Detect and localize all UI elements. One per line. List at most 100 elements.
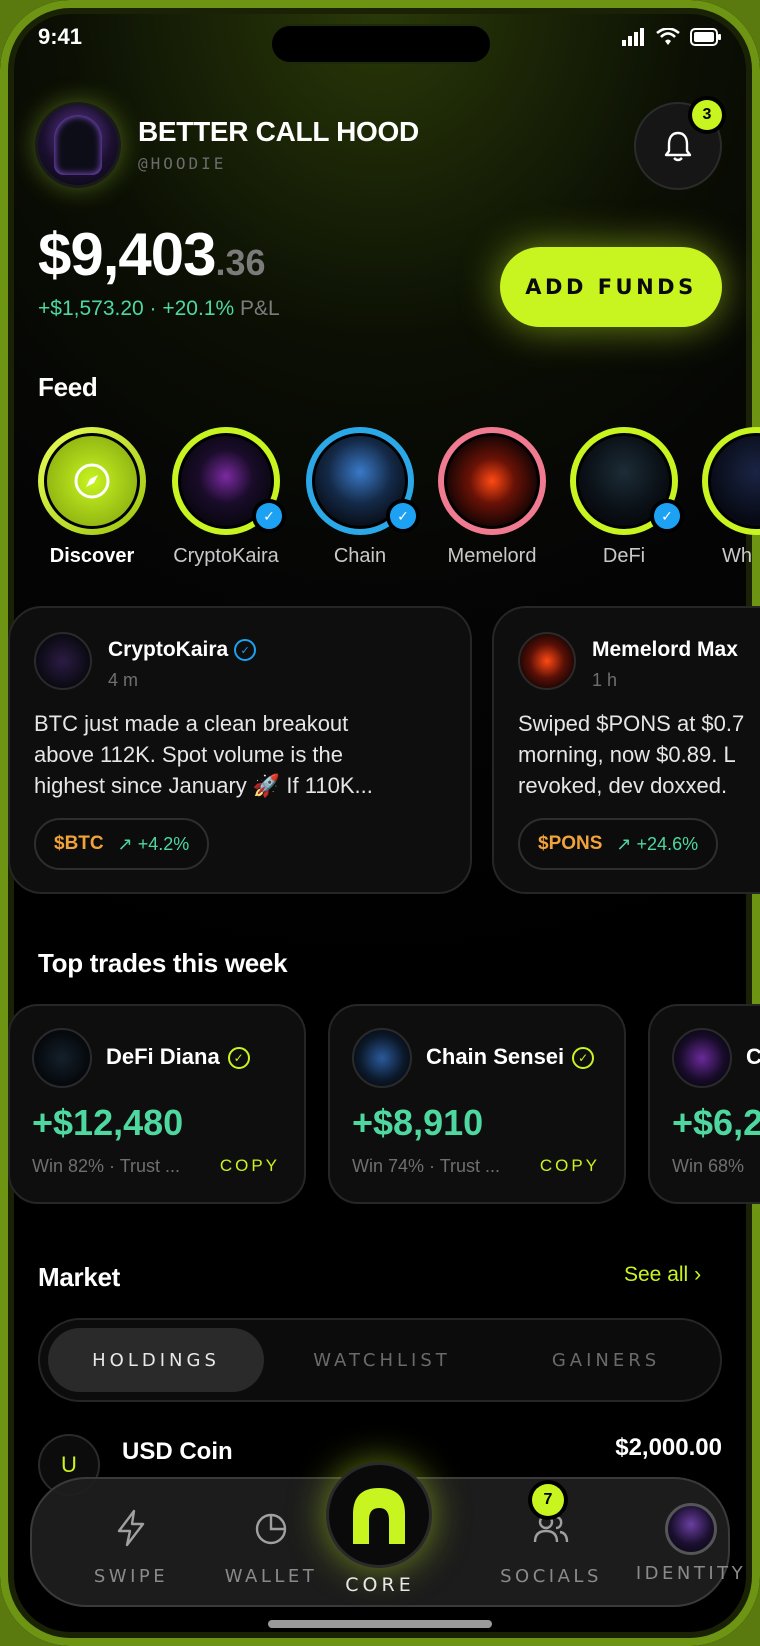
- copy-trade-button[interactable]: COPY: [540, 1156, 600, 1176]
- pnl-summary: +$1,573.20 · +20.1% P&L: [38, 297, 280, 321]
- ticker-symbol: $BTC: [54, 833, 104, 854]
- bell-icon: [664, 131, 692, 162]
- holding-name[interactable]: USD Coin: [122, 1438, 233, 1466]
- market-title: Market: [38, 1262, 121, 1292]
- trade-card[interactable]: C +$6,2 Win 68%: [648, 1004, 760, 1204]
- check-badge-icon: ✓: [572, 1047, 595, 1070]
- home-indicator: [268, 1620, 492, 1628]
- market-segmented-control: HOLDINGS WATCHLIST GAINERS: [38, 1318, 722, 1402]
- nav-socials[interactable]: SOCIALS: [486, 1509, 616, 1587]
- feed-title: Feed: [38, 372, 98, 402]
- post-author-name: CryptoKaira: [108, 638, 229, 661]
- story-label: DeFi: [602, 545, 646, 567]
- add-funds-button[interactable]: ADD FUNDS: [500, 247, 722, 327]
- top-trades-title: Top trades this week: [38, 948, 288, 978]
- verified-icon: ✓: [386, 499, 420, 533]
- core-button[interactable]: [326, 1462, 432, 1568]
- ticker-chip[interactable]: $BTC ↗ +4.2%: [34, 818, 210, 870]
- tab-gainers[interactable]: GAINERS: [498, 1328, 714, 1392]
- core-arch-icon: [353, 1488, 405, 1544]
- arrow-up-right-icon: ↗: [117, 833, 133, 854]
- nav-identity[interactable]: IDENTITY: [626, 1503, 756, 1584]
- status-bar: 9:41: [38, 22, 722, 52]
- pie-chart-icon: [255, 1513, 287, 1545]
- chevron-right-icon: ›: [694, 1263, 702, 1286]
- story-label: Wh: [722, 545, 752, 567]
- profile-avatar[interactable]: [38, 105, 118, 185]
- compass-icon: [74, 463, 110, 499]
- holding-value: $2,000.00: [615, 1434, 722, 1461]
- copy-trade-button[interactable]: COPY: [220, 1156, 280, 1176]
- trade-card[interactable]: DeFi Diana ✓ +$12,480 Win 82% · Trust ...…: [8, 1004, 306, 1204]
- pnl-separator: ·: [143, 297, 163, 320]
- story-defi[interactable]: ✓ DeFi: [570, 427, 684, 568]
- trader-avatar[interactable]: [32, 1028, 92, 1088]
- nav-label: IDENTITY: [635, 1563, 747, 1584]
- trader-name-text: Chain Sensei: [426, 1044, 565, 1069]
- lightning-icon: [117, 1509, 145, 1547]
- see-all-label: See all: [624, 1263, 689, 1286]
- status-time: 9:41: [38, 24, 83, 49]
- see-all-link[interactable]: See all ›: [624, 1263, 701, 1287]
- trader-name-text: DeFi Diana: [106, 1044, 220, 1069]
- post-text: Swiped $PONS at $0.7 morning, now $0.89.…: [518, 711, 745, 798]
- tab-watchlist[interactable]: WATCHLIST: [274, 1328, 490, 1392]
- post-avatar[interactable]: [34, 632, 92, 690]
- profile-handle: @HOODIE: [138, 154, 227, 173]
- post-time: 1 h: [592, 670, 618, 690]
- feed-post-card[interactable]: Memelord Max 1 h Swiped $PONS at $0.7 mo…: [492, 606, 760, 894]
- pnl-label: P&L: [234, 297, 280, 320]
- arrow-up-right-icon: ↗: [616, 833, 632, 854]
- post-author[interactable]: CryptoKaira ✓: [108, 638, 257, 662]
- trader-name: C: [746, 1044, 760, 1070]
- pnl-percent: +20.1%: [162, 297, 235, 320]
- ticker-change-value: +24.6%: [636, 833, 699, 854]
- signal-icon: [622, 28, 644, 46]
- notification-count-badge: 3: [692, 100, 722, 130]
- battery-icon: [690, 28, 721, 46]
- identity-avatar: [665, 1503, 717, 1555]
- pnl-amount: +$1,573.20: [38, 297, 144, 320]
- status-icons: [622, 28, 722, 46]
- story-discover[interactable]: Discover: [38, 427, 146, 568]
- nav-label-core: CORE: [345, 1574, 415, 1596]
- verified-icon: ✓: [252, 499, 286, 533]
- story-wh[interactable]: Wh: [702, 427, 760, 568]
- story-label: Memelord: [447, 545, 537, 567]
- trade-stats: Win 82% · Trust ...: [32, 1156, 181, 1176]
- trade-card[interactable]: Chain Sensei ✓ +$8,910 Win 74% · Trust ..…: [328, 1004, 626, 1204]
- balance-cents: .36: [215, 242, 266, 283]
- ticker-chip[interactable]: $PONS ↗ +24.6%: [518, 818, 719, 870]
- story-cryptokaira[interactable]: ✓ CryptoKaira: [172, 427, 286, 568]
- verified-icon: ✓: [234, 639, 257, 662]
- trader-avatar[interactable]: [672, 1028, 732, 1088]
- phone-screen: 9:41 BETTER CALL HOOD @HOODIE 3 $9,403.3…: [0, 0, 760, 1646]
- story-label: Chain: [333, 545, 387, 567]
- stories-row: Discover ✓ CryptoKaira ✓ Chain Memelord: [38, 427, 760, 577]
- trade-stats: Win 68%: [672, 1156, 745, 1176]
- story-chain[interactable]: ✓ Chain: [306, 427, 420, 568]
- verified-icon: ✓: [650, 499, 684, 533]
- trader-name: Chain Sensei ✓: [426, 1044, 595, 1070]
- trade-profit: +$6,2: [672, 1102, 760, 1143]
- tab-holdings[interactable]: HOLDINGS: [48, 1328, 264, 1392]
- check-badge-icon: ✓: [227, 1047, 250, 1070]
- trader-avatar[interactable]: [352, 1028, 412, 1088]
- post-time: 4 m: [108, 670, 139, 690]
- balance-dollars: $9,403: [38, 221, 217, 288]
- nav-swipe[interactable]: SWIPE: [66, 1509, 196, 1587]
- profile-name: BETTER CALL HOOD: [138, 116, 419, 147]
- ticker-change-value: +4.2%: [137, 833, 190, 854]
- nav-label: SWIPE: [93, 1566, 169, 1587]
- nav-label: SOCIALS: [500, 1566, 602, 1587]
- post-text: BTC just made a clean breakout above 112…: [34, 711, 373, 798]
- post-author[interactable]: Memelord Max: [592, 638, 738, 662]
- post-avatar[interactable]: [518, 632, 576, 690]
- feed-post-card[interactable]: CryptoKaira ✓ 4 m BTC just made a clean …: [8, 606, 472, 894]
- ticker-symbol: $PONS: [538, 833, 603, 854]
- story-memelord[interactable]: Memelord: [438, 427, 546, 568]
- story-label: Discover: [49, 545, 135, 567]
- story-label: CryptoKaira: [173, 545, 279, 567]
- trade-profit: +$8,910: [352, 1102, 484, 1143]
- ticker-change: ↗ +4.2%: [118, 834, 190, 855]
